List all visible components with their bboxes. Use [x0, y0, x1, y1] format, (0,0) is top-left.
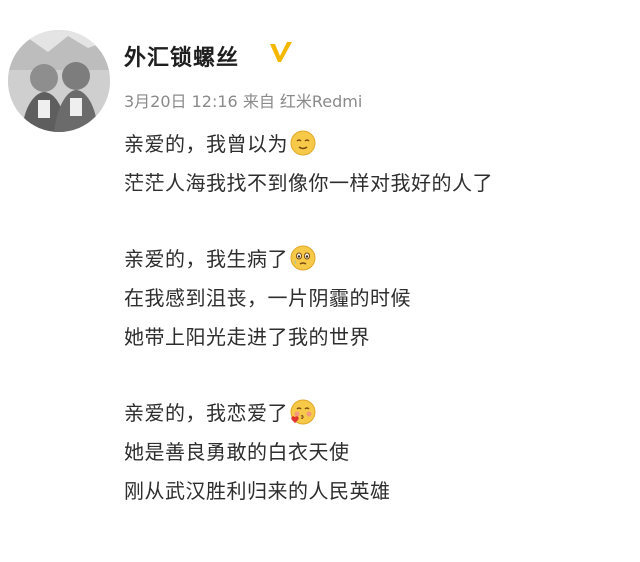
post-line: 亲爱的，我恋爱了: [124, 394, 634, 433]
post-line-text: 刚从武汉胜利归来的人民英雄: [124, 479, 391, 503]
post-line: 刚从武汉胜利归来的人民英雄: [124, 472, 634, 511]
avatar-photo-icon: [8, 30, 110, 132]
post-line: 她是善良勇敢的白衣天使: [124, 433, 634, 472]
post-line: 茫茫人海我找不到像你一样对我好的人了: [124, 164, 634, 203]
post-line-text: 她是善良勇敢的白衣天使: [124, 440, 350, 464]
weibo-post: 外汇锁螺丝 3月20日 12:16 来自 红米Redmi 亲爱的，我曾以为 茫茫…: [0, 0, 640, 562]
post-line: 她带上阳光走进了我的世界: [124, 318, 634, 357]
sweat-smile-emoji-icon: [290, 130, 316, 156]
verified-badge-icon: [266, 38, 296, 68]
post-line-text: 她带上阳光走进了我的世界: [124, 325, 370, 349]
post-line: 亲爱的，我生病了: [124, 240, 634, 279]
post-content: 亲爱的，我曾以为 茫茫人海我找不到像你一样对我好的人了 亲爱的，我生病了 在我感…: [124, 125, 634, 511]
user-avatar[interactable]: [8, 30, 110, 132]
post-username[interactable]: 外汇锁螺丝: [124, 40, 239, 72]
kiss-emoji-icon: [290, 399, 316, 425]
post-line-text: 茫茫人海我找不到像你一样对我好的人了: [124, 171, 493, 195]
post-line-text: 在我感到沮丧，一片阴霾的时候: [124, 286, 411, 310]
post-line: 在我感到沮丧，一片阴霾的时候: [124, 279, 634, 318]
post-line-text: 亲爱的，我曾以为: [124, 132, 288, 156]
post-line-text: 亲爱的，我生病了: [124, 247, 288, 271]
post-meta: 3月20日 12:16 来自 红米Redmi: [124, 92, 363, 111]
post-line: 亲爱的，我曾以为: [124, 125, 634, 164]
post-line-text: 亲爱的，我恋爱了: [124, 401, 288, 425]
teary-emoji-icon: [290, 245, 316, 271]
